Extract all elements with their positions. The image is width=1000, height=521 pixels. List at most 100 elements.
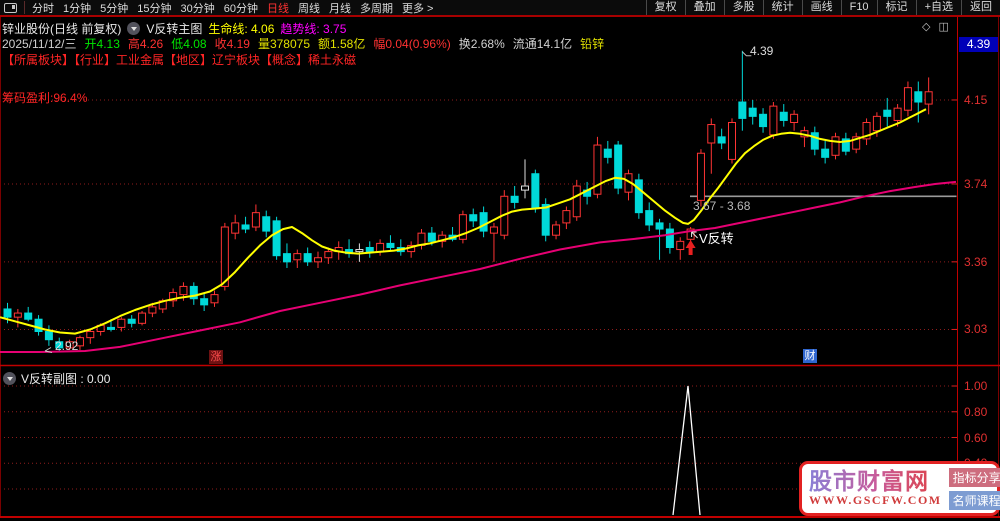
period-menu-item[interactable]: 周线 bbox=[298, 3, 320, 15]
candle-body bbox=[24, 312, 33, 320]
top-toolbar: 分时 1分钟 5分钟 15分钟 30分钟 60分钟 日线 周线 月线 多周期 更多 > 复权 叠加 多股… bbox=[0, 0, 1000, 17]
candle-body bbox=[324, 251, 333, 259]
diamond-icon[interactable]: ◇ bbox=[922, 20, 930, 33]
tool-menu-item[interactable]: 叠加 bbox=[684, 0, 724, 15]
price-axis-box: 4.39 bbox=[959, 37, 998, 52]
watermark-badge-course: 名师课程 bbox=[948, 490, 1000, 510]
chip-profit-label: 筹码盈利:96.4% bbox=[2, 91, 88, 105]
candle-body bbox=[634, 179, 643, 214]
quote-row: 2025/11/12/三 开4.13 高4.26 低4.08 收4.19 量378075 额… bbox=[2, 35, 612, 52]
sub-indicator-title: V反转副图 : 0.00 bbox=[21, 372, 111, 386]
candle-body bbox=[707, 124, 716, 144]
period-menu: 分时 1分钟 5分钟 15分钟 30分钟 60分钟 日线 周线 月线 多周期 更多 > bbox=[32, 0, 442, 16]
y-axis-label-main: 3.36 bbox=[964, 254, 988, 269]
candle-body bbox=[521, 185, 529, 191]
limit-up-marker-badge[interactable]: 涨 bbox=[209, 350, 223, 364]
candle-body bbox=[376, 242, 385, 253]
tool-menu-item[interactable]: +自选 bbox=[915, 0, 961, 15]
tools-menu: 复权 叠加 多股 统计 画线 F10 标记 +自选 返回 bbox=[645, 0, 1000, 15]
watermark-box: 股市财富网 WWW.GSCFW.COM 指标分享 名师课程 bbox=[799, 461, 1000, 516]
period-menu-item[interactable]: 15分钟 bbox=[137, 3, 171, 15]
quote-field: 低4.08 bbox=[171, 37, 207, 51]
candle-body bbox=[614, 144, 623, 189]
period-menu-item[interactable]: 更多 > bbox=[402, 3, 433, 15]
candle-body bbox=[303, 253, 312, 263]
candle-body bbox=[645, 210, 654, 226]
candle-body bbox=[748, 107, 757, 117]
chevron-down-icon[interactable] bbox=[127, 22, 141, 35]
candle-body bbox=[831, 136, 840, 156]
period-menu-item[interactable]: 60分钟 bbox=[224, 3, 258, 15]
tool-menu-item[interactable]: 多股 bbox=[723, 0, 763, 15]
candle-body bbox=[696, 152, 705, 201]
report-marker-badge[interactable]: 财 bbox=[803, 349, 817, 363]
candle-body bbox=[903, 87, 912, 111]
period-menu-item[interactable]: 1分钟 bbox=[63, 3, 91, 15]
quote-field: 收4.19 bbox=[214, 37, 250, 51]
candle-body bbox=[728, 122, 736, 160]
candle-body bbox=[282, 253, 291, 263]
candle-body bbox=[210, 294, 219, 304]
period-menu-item[interactable]: 月线 bbox=[329, 3, 351, 15]
tool-menu-item[interactable]: 复权 bbox=[645, 0, 685, 15]
tool-menu-item[interactable]: 画线 bbox=[801, 0, 841, 15]
quote-field: 流通14.1亿 bbox=[512, 37, 573, 51]
candle-body bbox=[883, 109, 892, 117]
quote-field: 2025/11/12/三 bbox=[2, 37, 77, 51]
period-menu-item[interactable]: 5分钟 bbox=[100, 3, 128, 15]
candle-body bbox=[220, 226, 229, 287]
candle-body bbox=[738, 101, 747, 119]
candle-body bbox=[872, 115, 881, 132]
tool-menu-item[interactable]: 返回 bbox=[961, 0, 1000, 15]
watermark-text: 股市财富网 WWW.GSCFW.COM bbox=[809, 469, 942, 508]
board-row: 【所属板块】【行业】工业金属【地区】辽宁板块【概念】稀土永磁 bbox=[2, 53, 357, 67]
candle-body bbox=[510, 195, 519, 203]
tool-menu-item[interactable]: 标记 bbox=[876, 0, 916, 15]
candle-body bbox=[810, 132, 819, 150]
trading-app-window: { "toolbar": { "left_items": [ {"t":"分时"… bbox=[0, 0, 1000, 521]
period-menu-item[interactable]: 多周期 bbox=[360, 3, 393, 15]
candle-body bbox=[541, 203, 550, 236]
v-reversal-arrow-icon bbox=[685, 240, 696, 255]
window-icon[interactable] bbox=[4, 2, 17, 13]
candle-body bbox=[552, 224, 561, 236]
candle-body bbox=[893, 107, 902, 121]
gap-range-annotation: 3.67 - 3.68 bbox=[693, 199, 751, 213]
trend-line-curve bbox=[0, 180, 957, 353]
candle-body bbox=[572, 185, 581, 218]
candle-body bbox=[13, 312, 22, 318]
period-menu-item[interactable]: 30分钟 bbox=[181, 3, 215, 15]
candle-body bbox=[179, 285, 188, 296]
y-axis-label-sub: 1.00 bbox=[964, 379, 988, 393]
sub-indicator-header: V反转副图 : 0.00 bbox=[3, 370, 110, 387]
candle-body bbox=[676, 240, 685, 251]
y-axis-label-main: 3.74 bbox=[964, 176, 988, 191]
candle-body bbox=[365, 246, 374, 253]
candle-body bbox=[314, 257, 322, 263]
candle-body bbox=[665, 228, 674, 248]
high-price-annotation: 4.39 bbox=[750, 44, 774, 58]
tool-menu-item[interactable]: 统计 bbox=[762, 0, 802, 15]
candle-body bbox=[44, 331, 53, 341]
quote-field: 铅锌 bbox=[580, 37, 605, 51]
candle-body bbox=[138, 312, 147, 324]
candle-body bbox=[479, 212, 488, 232]
chevron-down-icon[interactable] bbox=[3, 372, 16, 385]
period-menu-item[interactable]: 日线 bbox=[267, 3, 289, 15]
candle-body bbox=[790, 113, 799, 124]
split-pane-icon[interactable]: ◫ bbox=[938, 20, 948, 33]
candle-body bbox=[231, 222, 240, 234]
tool-menu-item[interactable]: F10 bbox=[840, 0, 877, 15]
candle-body bbox=[148, 306, 157, 314]
quote-field: 幅0.04(0.96%) bbox=[373, 37, 451, 51]
low-price-annotation: 2.92 bbox=[55, 339, 79, 353]
watermark-badge-indicator: 指标分享 bbox=[948, 467, 1000, 487]
candle-body bbox=[262, 216, 271, 232]
y-axis-label-sub: 0.80 bbox=[964, 404, 988, 419]
candle-body bbox=[107, 326, 115, 330]
main-chart-area[interactable] bbox=[0, 0, 1000, 521]
watermark-badges: 指标分享 名师课程 bbox=[948, 467, 1000, 510]
candle-body bbox=[355, 249, 364, 253]
period-menu-item[interactable]: 分时 bbox=[32, 3, 54, 15]
candle-body bbox=[924, 91, 933, 105]
